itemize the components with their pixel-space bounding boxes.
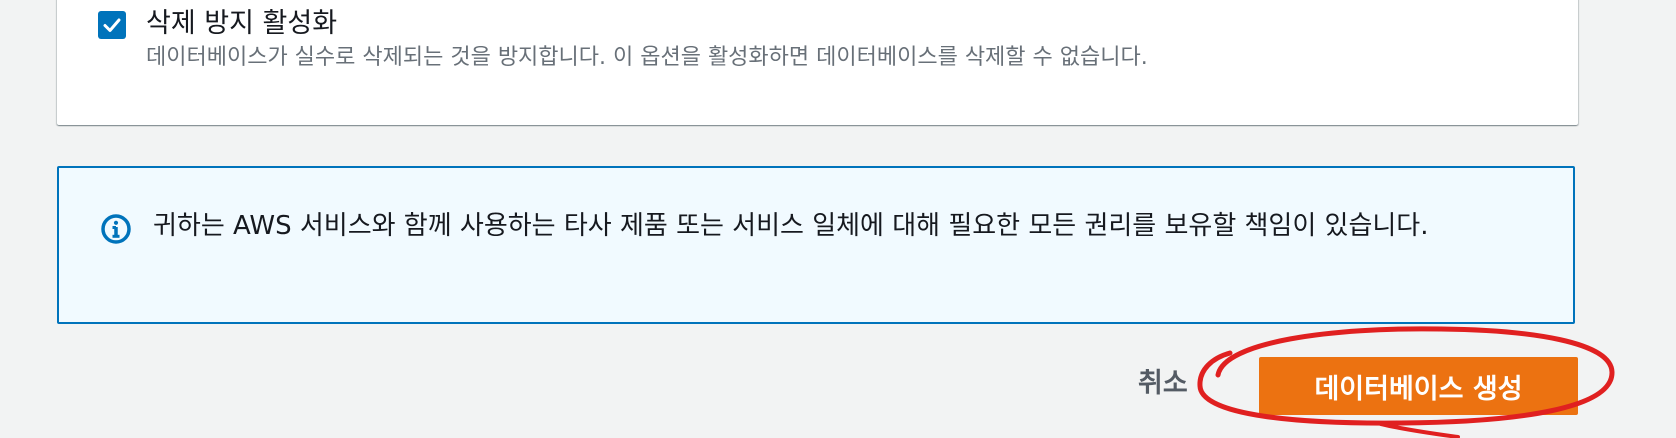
deletion-protection-description: 데이터베이스가 실수로 삭제되는 것을 방지합니다. 이 옵션을 활성화하면 데… (146, 45, 1148, 70)
info-circle-icon (101, 214, 131, 244)
create-database-button[interactable]: 데이터베이스 생성 (1259, 357, 1578, 415)
deletion-protection-checkbox[interactable] (98, 11, 126, 39)
deletion-protection-label[interactable]: 삭제 방지 활성화 (146, 6, 337, 42)
cancel-button[interactable]: 취소 (1138, 366, 1188, 402)
info-alert-text: 귀하는 AWS 서비스와 함께 사용하는 타사 제품 또는 서비스 일체에 대해… (153, 211, 1429, 241)
checkmark-icon (103, 18, 121, 32)
info-alert: 귀하는 AWS 서비스와 함께 사용하는 타사 제품 또는 서비스 일체에 대해… (57, 166, 1575, 324)
